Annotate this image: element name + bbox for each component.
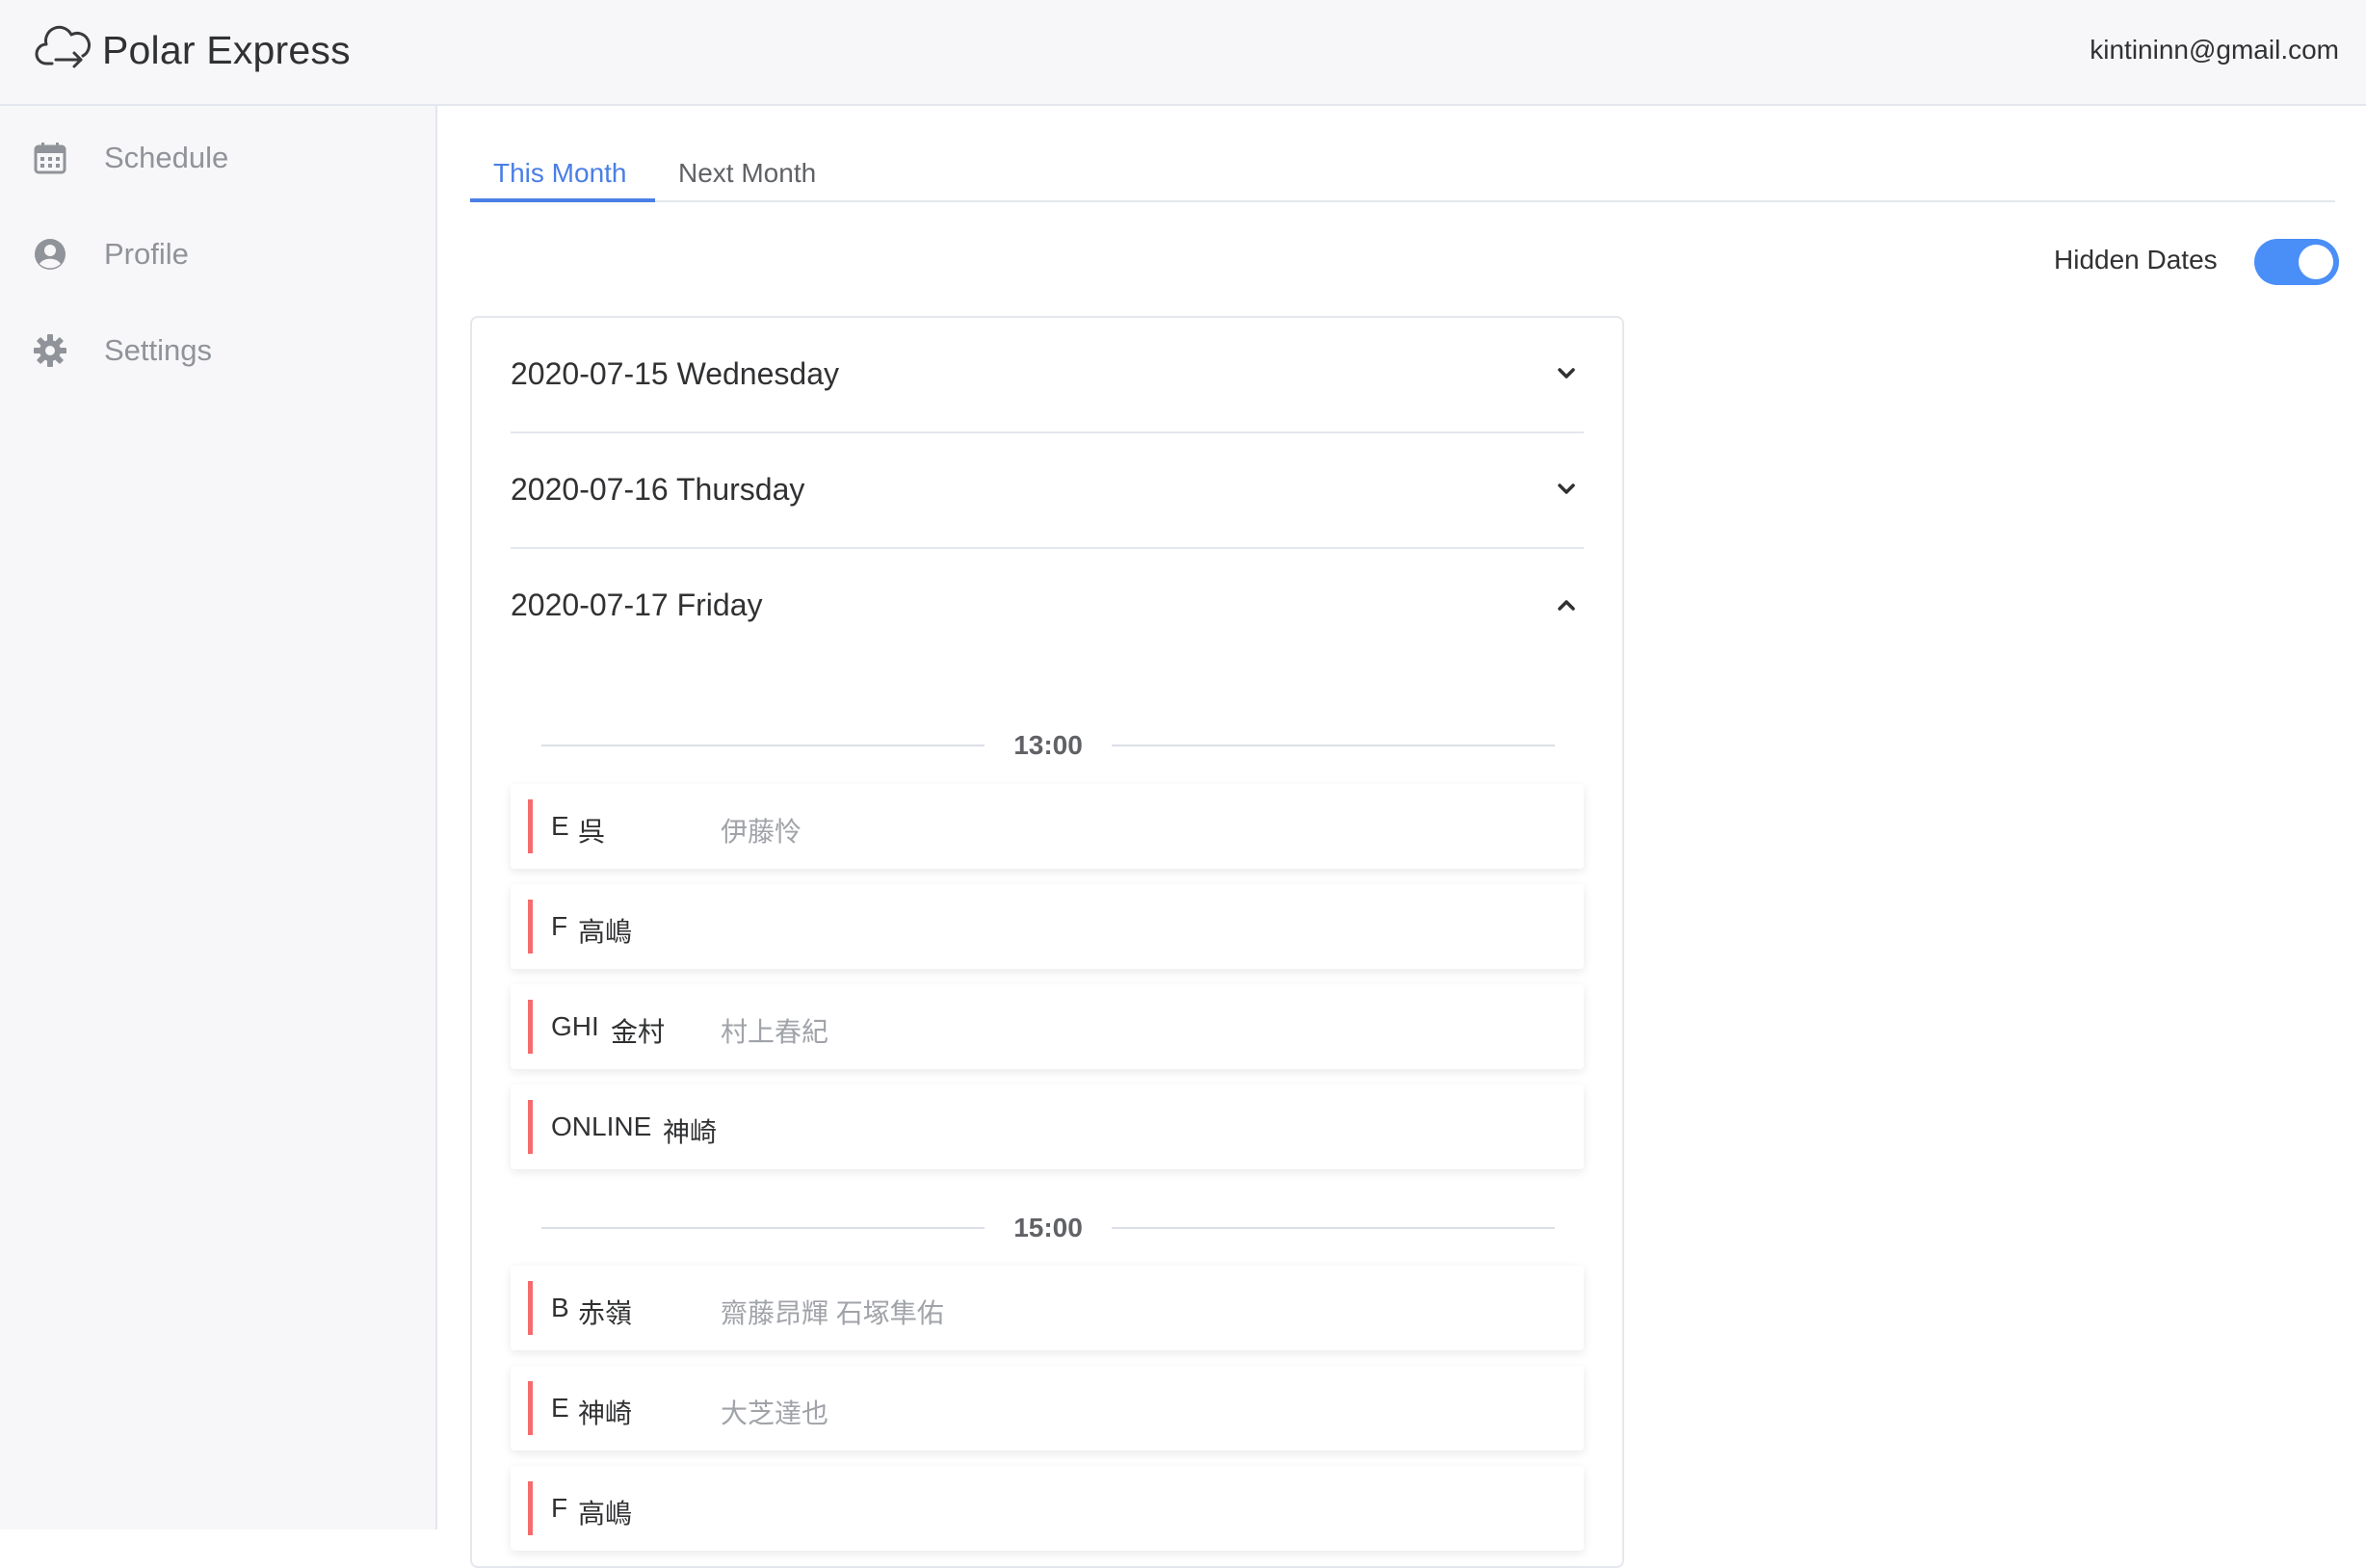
date-row-2020-07-15[interactable]: 2020-07-15 Wednesday: [511, 318, 1584, 431]
entry-accent-bar: [528, 1000, 533, 1054]
entry-class: B: [551, 1293, 569, 1322]
sidebar-item-label: Settings: [104, 333, 213, 367]
lesson-entry[interactable]: ONLINE 神崎: [511, 1085, 1584, 1169]
date-title: 2020-07-17 Friday: [511, 588, 763, 622]
month-tabs: This Month Next Month: [470, 143, 2335, 202]
entry-students: 大芝達也: [721, 1398, 829, 1428]
separator-line: [1112, 745, 1555, 746]
entry-class: E: [551, 811, 569, 841]
cloud-upload-icon: [35, 21, 92, 80]
entry-teacher: 神崎: [578, 1398, 633, 1428]
gear-icon: [33, 333, 67, 368]
main-content: This Month Next Month Hidden Dates 2020-…: [437, 106, 2366, 1568]
entry-teacher: 高嶋: [578, 1499, 633, 1529]
date-title: 2020-07-15 Wednesday: [511, 356, 839, 391]
entry-teacher: 高嶋: [578, 917, 633, 947]
entry-accent-bar: [528, 900, 533, 954]
entry-class: F: [551, 911, 568, 941]
lesson-entry[interactable]: F 高嶋: [511, 884, 1584, 969]
tab-next-month[interactable]: Next Month: [678, 143, 816, 200]
entry-accent-bar: [528, 1481, 533, 1535]
lesson-entry[interactable]: F 高嶋: [511, 1466, 1584, 1551]
sidebar-item-profile[interactable]: Profile: [0, 216, 435, 293]
entry-class: E: [551, 1393, 569, 1423]
app-title: Polar Express: [102, 28, 351, 72]
entry-class: GHI: [551, 1011, 599, 1041]
time-separator: 15:00: [541, 1209, 1555, 1247]
chevron-down-icon: [1553, 360, 1580, 387]
user-circle-icon: [33, 237, 67, 272]
toggle-knob: [2299, 245, 2333, 279]
lesson-entry[interactable]: E 神崎 大芝達也: [511, 1366, 1584, 1450]
lesson-entry[interactable]: E 呉 伊藤怜: [511, 784, 1584, 869]
entry-students: 村上春紀: [721, 1017, 829, 1047]
app-logo[interactable]: Polar Express: [35, 21, 351, 80]
date-title: 2020-07-16 Thursday: [511, 472, 805, 507]
time-separator: 13:00: [541, 726, 1555, 765]
entry-teacher: 神崎: [663, 1117, 718, 1147]
lesson-entry[interactable]: GHI 金村 村上春紀: [511, 984, 1584, 1069]
entry-students: 齋藤昂輝 石塚隼佑: [721, 1298, 944, 1328]
hidden-dates-label: Hidden Dates: [2054, 245, 2218, 274]
calendar-icon: [33, 141, 67, 175]
entry-teacher: 呉: [578, 817, 606, 847]
sidebar-item-settings[interactable]: Settings: [0, 312, 435, 389]
entry-accent-bar: [528, 1281, 533, 1335]
sidebar-item-schedule[interactable]: Schedule: [0, 119, 435, 196]
entry-accent-bar: [528, 1100, 533, 1154]
tab-this-month[interactable]: This Month: [493, 143, 627, 200]
chevron-up-icon: [1553, 591, 1580, 618]
app-header: Polar Express kintininn@gmail.com: [0, 0, 2366, 106]
entry-teacher: 赤嶺: [578, 1298, 633, 1328]
entry-teacher: 金村: [611, 1017, 666, 1047]
entry-accent-bar: [528, 1381, 533, 1435]
sidebar-item-label: Profile: [104, 237, 189, 271]
date-row-2020-07-16[interactable]: 2020-07-16 Thursday: [511, 433, 1584, 547]
separator-line: [1112, 1227, 1555, 1229]
date-row-2020-07-17[interactable]: 2020-07-17 Friday: [511, 549, 1584, 663]
entry-class: ONLINE: [551, 1111, 652, 1141]
active-tab-indicator: [470, 198, 655, 202]
chevron-down-icon: [1553, 476, 1580, 503]
entry-students: 伊藤怜: [721, 817, 802, 847]
schedule-card: 2020-07-15 Wednesday 2020-07-16 Thursday…: [470, 316, 1624, 1568]
sidebar-item-label: Schedule: [104, 141, 229, 174]
sidebar: Schedule Profile Settings: [0, 106, 437, 1529]
lesson-entry[interactable]: B 赤嶺 齋藤昂輝 石塚隼佑: [511, 1266, 1584, 1350]
entry-class: F: [551, 1493, 568, 1523]
user-email[interactable]: kintininn@gmail.com: [2090, 35, 2339, 65]
hidden-dates-toggle[interactable]: [2254, 239, 2339, 285]
entry-accent-bar: [528, 799, 533, 853]
